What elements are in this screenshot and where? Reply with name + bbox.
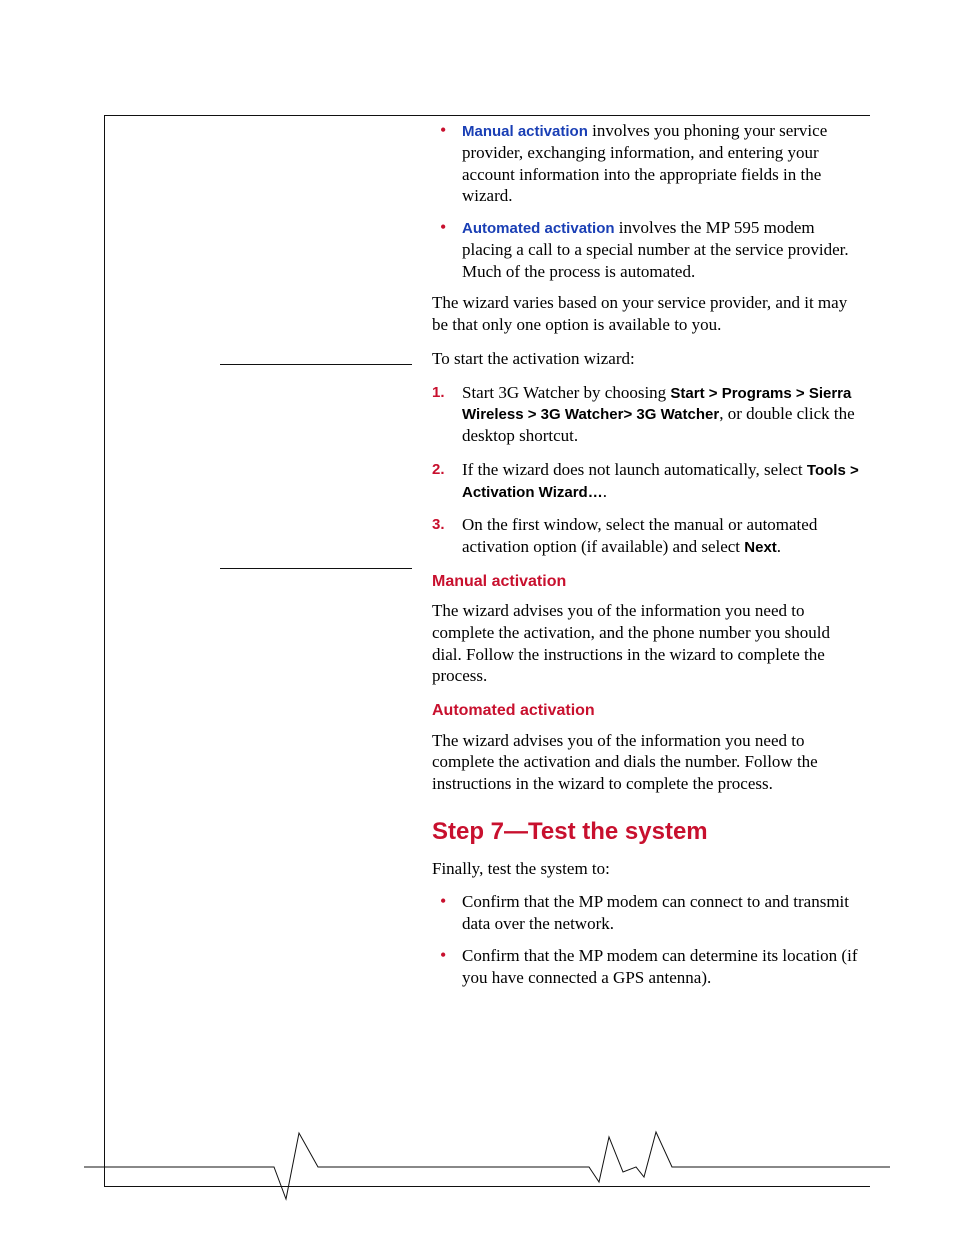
step-pre: Start 3G Watcher by choosing (462, 383, 670, 402)
list-item: Start 3G Watcher by choosing Start > Pro… (432, 382, 862, 447)
step-post: . (603, 482, 607, 501)
margin-rule (220, 364, 412, 365)
frame-left-rule (104, 115, 105, 1187)
step-post: . (777, 537, 781, 556)
manual-activation-body: The wizard advises you of the informatio… (432, 600, 862, 687)
start-wizard-intro: To start the activation wizard: (432, 348, 862, 370)
list-item-text: Confirm that the MP modem can connect to… (462, 892, 849, 933)
list-item: On the first window, select the manual o… (432, 514, 862, 558)
manual-activation-heading: Manual activation (432, 572, 862, 592)
list-item: Manual activation involves you phoning y… (432, 120, 862, 207)
list-item: If the wizard does not launch automatica… (432, 459, 862, 503)
document-page: Manual activation involves you phoning y… (0, 0, 954, 1235)
automated-activation-body: The wizard advises you of the informatio… (432, 730, 862, 795)
margin-rule (220, 568, 412, 569)
frame-top-rule (104, 115, 870, 116)
main-content: Manual activation involves you phoning y… (432, 120, 862, 998)
step7-bullets: Confirm that the MP modem can connect to… (432, 891, 862, 988)
list-item-text: Confirm that the MP modem can determine … (462, 946, 857, 987)
manual-activation-link[interactable]: Manual activation (462, 123, 588, 140)
step-pre: If the wizard does not launch automatica… (462, 460, 807, 479)
list-item: Confirm that the MP modem can connect to… (432, 891, 862, 935)
activation-steps: Start 3G Watcher by choosing Start > Pro… (432, 382, 862, 558)
wizard-note: The wizard varies based on your service … (432, 292, 862, 336)
step7-heading: Step 7—Test the system (432, 817, 862, 848)
ekg-decoration-icon (84, 1127, 890, 1207)
automated-activation-link[interactable]: Automated activation (462, 220, 615, 237)
list-item: Confirm that the MP modem can determine … (432, 945, 862, 989)
frame-bottom-rule (104, 1186, 870, 1187)
activation-types-list: Manual activation involves you phoning y… (432, 120, 862, 282)
step7-intro: Finally, test the system to: (432, 858, 862, 880)
list-item: Automated activation involves the MP 595… (432, 217, 862, 282)
automated-activation-heading: Automated activation (432, 701, 862, 721)
ui-path: Next (744, 539, 777, 556)
